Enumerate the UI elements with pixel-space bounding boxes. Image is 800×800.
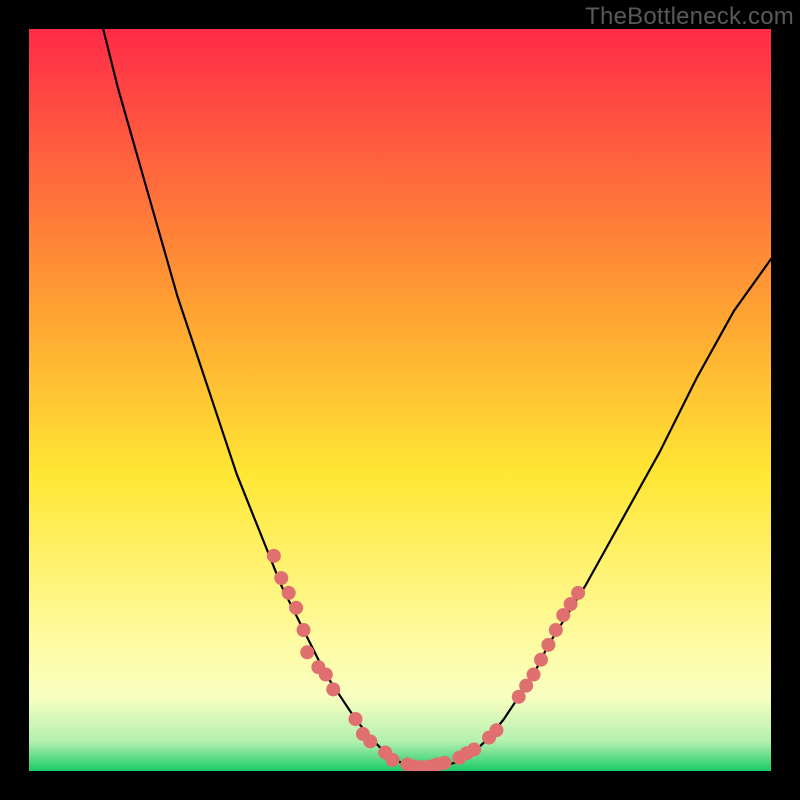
data-point: [541, 638, 555, 652]
data-point: [527, 668, 541, 682]
bottleneck-plot: [29, 29, 771, 771]
data-point: [363, 734, 377, 748]
data-point: [319, 668, 333, 682]
data-point: [549, 623, 563, 637]
data-point: [534, 653, 548, 667]
data-point: [348, 712, 362, 726]
data-point: [438, 756, 452, 770]
data-point: [297, 623, 311, 637]
chart-container: TheBottleneck.com: [0, 0, 800, 800]
data-point: [571, 586, 585, 600]
data-point: [289, 601, 303, 615]
gradient-background: [29, 29, 771, 771]
data-point: [282, 586, 296, 600]
data-point: [300, 645, 314, 659]
data-point: [326, 682, 340, 696]
data-point: [386, 753, 400, 767]
data-point: [267, 549, 281, 563]
data-point: [274, 571, 288, 585]
data-point: [489, 723, 503, 737]
data-point: [467, 742, 481, 756]
watermark-text: TheBottleneck.com: [585, 3, 794, 31]
